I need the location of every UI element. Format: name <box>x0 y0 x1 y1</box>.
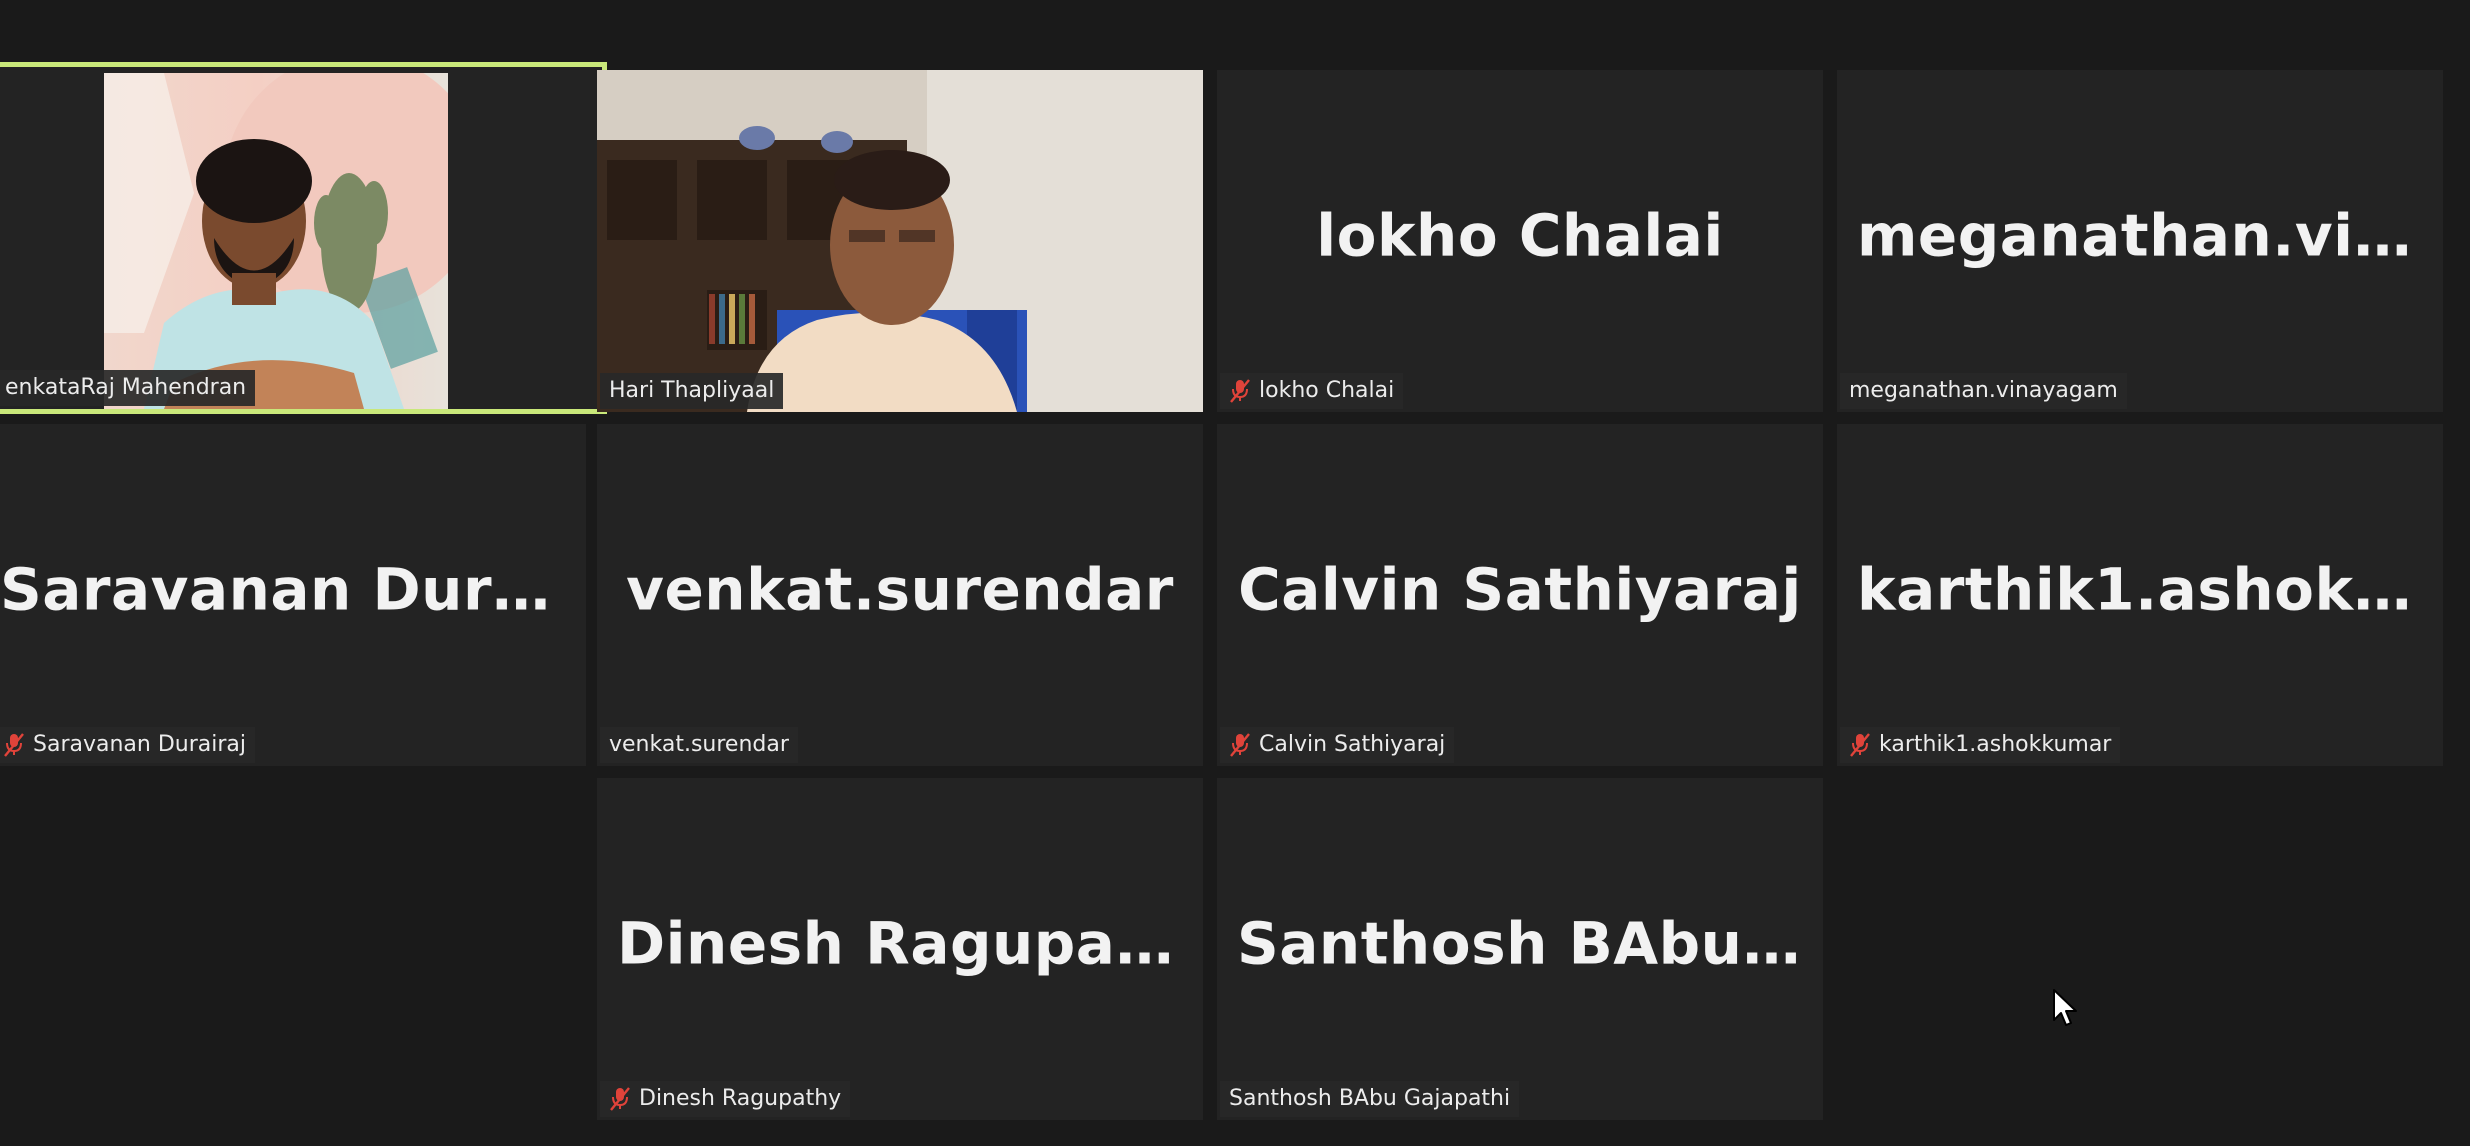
participant-tile-saravanan[interactable]: Saravanan Durai... Saravanan Durairaj <box>0 424 586 766</box>
gallery-view: enkataRaj Mahendran Hari Thapliyaal lokh… <box>0 0 2470 1146</box>
participant-name-label: karthik1.ashokkumar <box>1840 727 2121 763</box>
participant-display-name: Dinesh Ragupathy <box>617 909 1203 978</box>
participant-name-label: Hari Thapliyaal <box>600 373 784 409</box>
muted-microphone-icon <box>1850 733 1870 757</box>
participant-tile-lokho[interactable]: lokho Chalai lokho Chalai <box>1217 70 1823 412</box>
participant-video-venkataraj <box>104 73 448 409</box>
participant-name: karthik1.ashokkumar <box>1879 732 2112 757</box>
video-frame-hari <box>597 70 1203 412</box>
participant-name: venkat.surendar <box>609 732 789 757</box>
participant-name-label: Santhosh BAbu Gajapathi <box>1220 1081 1520 1117</box>
participant-tile-venkataraj[interactable]: enkataRaj Mahendran <box>0 62 607 414</box>
participant-display-name: karthik1.ashokk... <box>1857 555 2443 624</box>
participant-name: Saravanan Durairaj <box>33 732 246 757</box>
participant-name: Calvin Sathiyaraj <box>1259 732 1446 757</box>
participant-name: Dinesh Ragupathy <box>639 1086 842 1111</box>
participant-name: lokho Chalai <box>1259 378 1395 403</box>
video-frame-venkataraj <box>104 73 448 409</box>
muted-microphone-icon <box>1230 733 1250 757</box>
participant-tile-meganathan[interactable]: meganathan.vin... meganathan.vinayagam <box>1837 70 2443 412</box>
participant-name: Santhosh BAbu Gajapathi <box>1229 1086 1511 1111</box>
participant-name: Hari Thapliyaal <box>609 378 775 403</box>
participant-display-name: venkat.surendar <box>626 555 1174 624</box>
participant-tile-santhosh[interactable]: Santhosh BAbu... Santhosh BAbu Gajapathi <box>1217 778 1823 1120</box>
participant-name-label: venkat.surendar <box>600 727 798 763</box>
participant-tile-dinesh[interactable]: Dinesh Ragupathy Dinesh Ragupathy <box>597 778 1203 1120</box>
participant-display-name: Calvin Sathiyaraj <box>1238 555 1802 624</box>
mouse-pointer-icon <box>2053 989 2077 1026</box>
participant-tile-hari[interactable]: Hari Thapliyaal <box>597 70 1203 412</box>
participant-tile-calvin[interactable]: Calvin Sathiyaraj Calvin Sathiyaraj <box>1217 424 1823 766</box>
participant-name: meganathan.vinayagam <box>1849 378 2118 403</box>
participant-name-label: meganathan.vinayagam <box>1840 373 2127 409</box>
participant-tile-venkat-surendar[interactable]: venkat.surendar venkat.surendar <box>597 424 1203 766</box>
participant-display-name: lokho Chalai <box>1316 201 1724 270</box>
participant-name-label: Saravanan Durairaj <box>0 727 255 763</box>
participant-display-name: meganathan.vin... <box>1857 201 2443 270</box>
participant-display-name: Santhosh BAbu... <box>1237 909 1811 978</box>
participant-name-label: Calvin Sathiyaraj <box>1220 727 1455 763</box>
participant-video-hari <box>597 70 1203 412</box>
muted-microphone-icon <box>1230 379 1250 403</box>
participant-name: enkataRaj Mahendran <box>5 375 247 400</box>
participant-name-label: Dinesh Ragupathy <box>600 1081 851 1117</box>
participant-name-label: enkataRaj Mahendran <box>0 370 256 406</box>
muted-microphone-icon <box>610 1087 630 1111</box>
muted-microphone-icon <box>4 733 24 757</box>
participant-display-name: Saravanan Durai... <box>0 555 586 624</box>
participant-tile-karthik[interactable]: karthik1.ashokk... karthik1.ashokkumar <box>1837 424 2443 766</box>
participant-name-label: lokho Chalai <box>1220 373 1404 409</box>
